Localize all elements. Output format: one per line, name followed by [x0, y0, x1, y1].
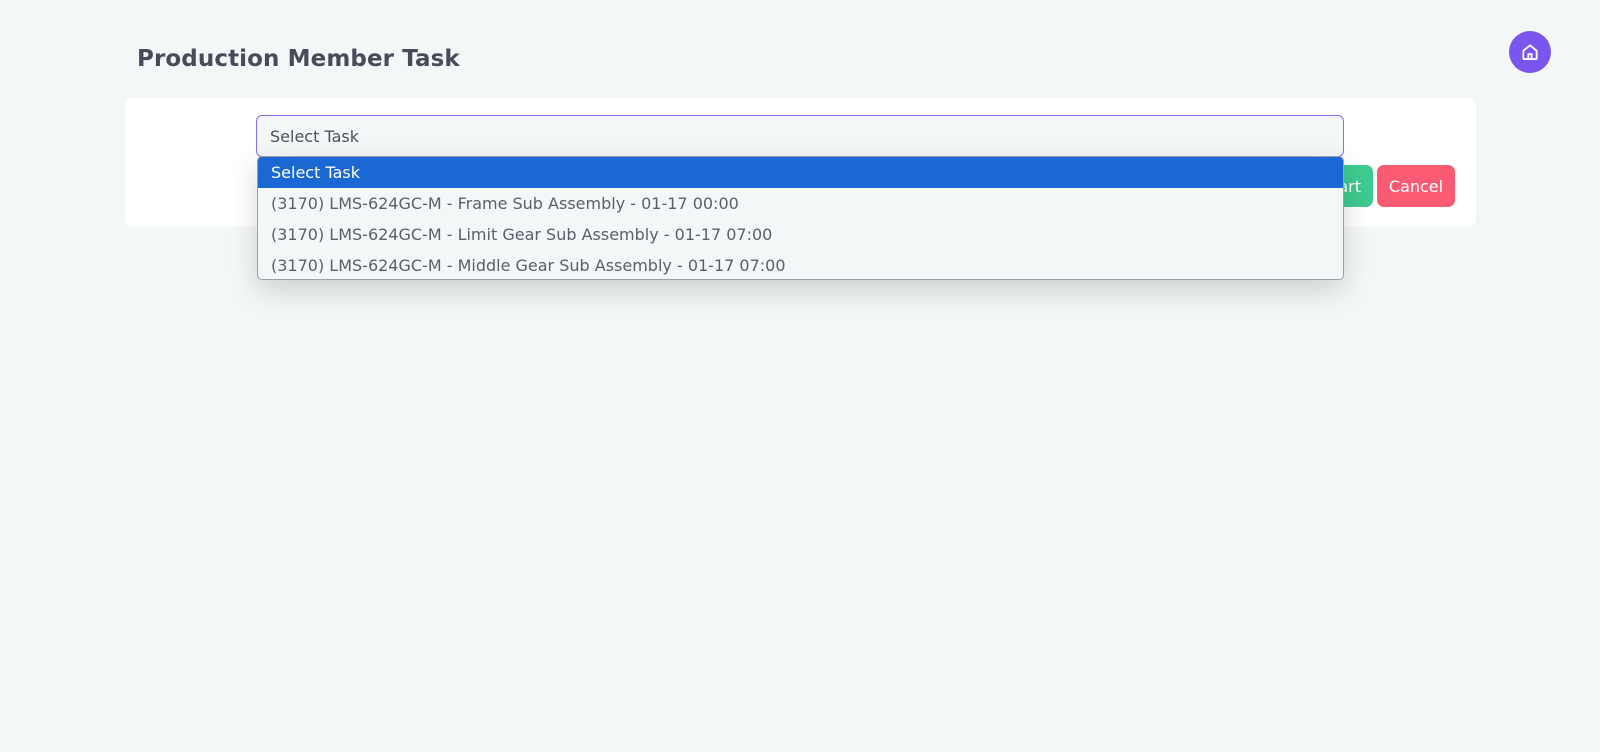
page-title: Production Member Task	[137, 46, 460, 72]
home-icon	[1520, 42, 1540, 62]
task-option-middle-gear-sub-assembly[interactable]: (3170) LMS-624GC-M - Middle Gear Sub Ass…	[258, 250, 1343, 279]
task-option-limit-gear-sub-assembly[interactable]: (3170) LMS-624GC-M - Limit Gear Sub Asse…	[258, 219, 1343, 250]
task-dropdown-list: Select Task (3170) LMS-624GC-M - Frame S…	[257, 156, 1344, 280]
cancel-button[interactable]: Cancel	[1377, 165, 1455, 207]
task-option-frame-sub-assembly[interactable]: (3170) LMS-624GC-M - Frame Sub Assembly …	[258, 188, 1343, 219]
task-select-value: Select Task	[270, 126, 359, 146]
task-option-select-task[interactable]: Select Task	[258, 157, 1343, 188]
task-select[interactable]: Select Task	[256, 115, 1344, 157]
home-button[interactable]	[1509, 31, 1551, 73]
page: Production Member Task art Cancel Select…	[0, 0, 1600, 752]
